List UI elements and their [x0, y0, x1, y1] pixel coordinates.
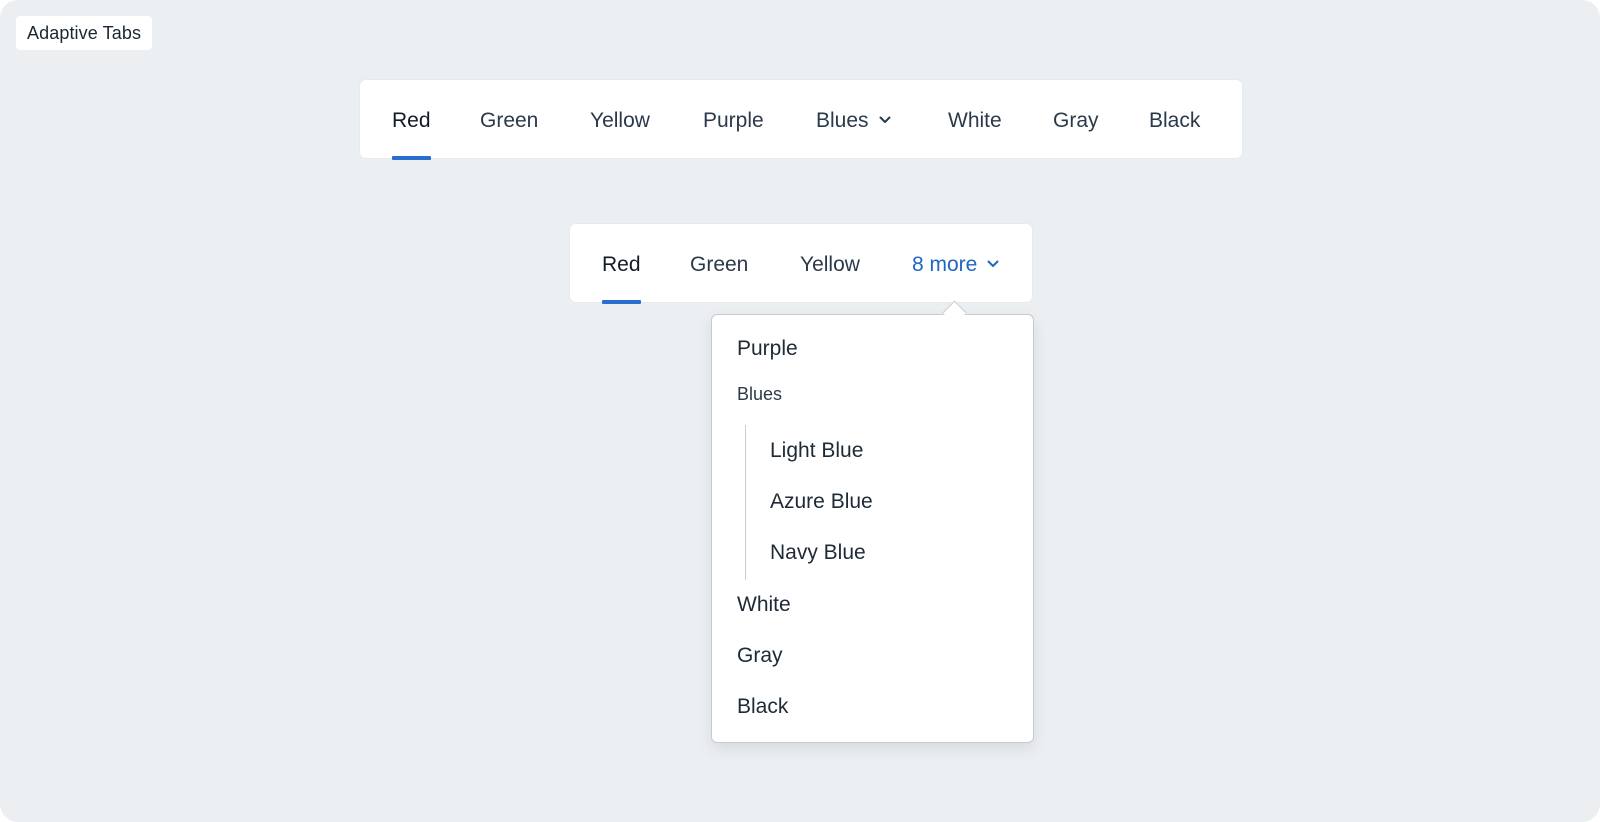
tab-purple[interactable]: Purple — [703, 80, 764, 158]
tab-red[interactable]: Red — [602, 224, 641, 304]
tab-white[interactable]: White — [948, 80, 1002, 158]
menu-group-divider — [745, 425, 746, 580]
menu-item-black[interactable]: Black — [737, 687, 788, 727]
menu-item-azure-blue[interactable]: Azure Blue — [770, 482, 873, 522]
more-tabs-label: 8 more — [912, 253, 978, 276]
menu-item-gray[interactable]: Gray — [737, 636, 783, 676]
tab-gray[interactable]: Gray — [1053, 80, 1099, 158]
overflow-menu: Purple Blues Light Blue Azure Blue Navy … — [711, 314, 1034, 743]
tab-yellow[interactable]: Yellow — [590, 80, 650, 158]
tab-yellow[interactable]: Yellow — [800, 224, 860, 302]
menu-item-navy-blue[interactable]: Navy Blue — [770, 533, 866, 573]
page-background: Adaptive Tabs Red Green Yellow Purple Bl… — [0, 0, 1600, 822]
tab-blues-label: Blues — [816, 109, 869, 132]
menu-group-blues: Blues — [737, 384, 783, 404]
tab-black[interactable]: Black — [1149, 80, 1200, 158]
tab-bar-compact: Red Green Yellow 8 more — [570, 224, 1032, 304]
tab-green[interactable]: Green — [480, 80, 538, 158]
page-title: Adaptive Tabs — [16, 16, 153, 50]
tab-blues[interactable]: Blues — [816, 80, 891, 158]
more-tabs-button[interactable]: 8 more — [912, 224, 999, 302]
menu-item-white[interactable]: White — [737, 585, 791, 625]
menu-item-light-blue[interactable]: Light Blue — [770, 431, 863, 471]
tab-bar-full: Red Green Yellow Purple Blues White Gray… — [360, 80, 1242, 160]
chevron-down-icon — [879, 116, 891, 123]
tab-red[interactable]: Red — [392, 80, 431, 160]
chevron-down-icon — [987, 260, 999, 267]
menu-item-purple[interactable]: Purple — [737, 329, 798, 369]
tab-green[interactable]: Green — [690, 224, 748, 302]
